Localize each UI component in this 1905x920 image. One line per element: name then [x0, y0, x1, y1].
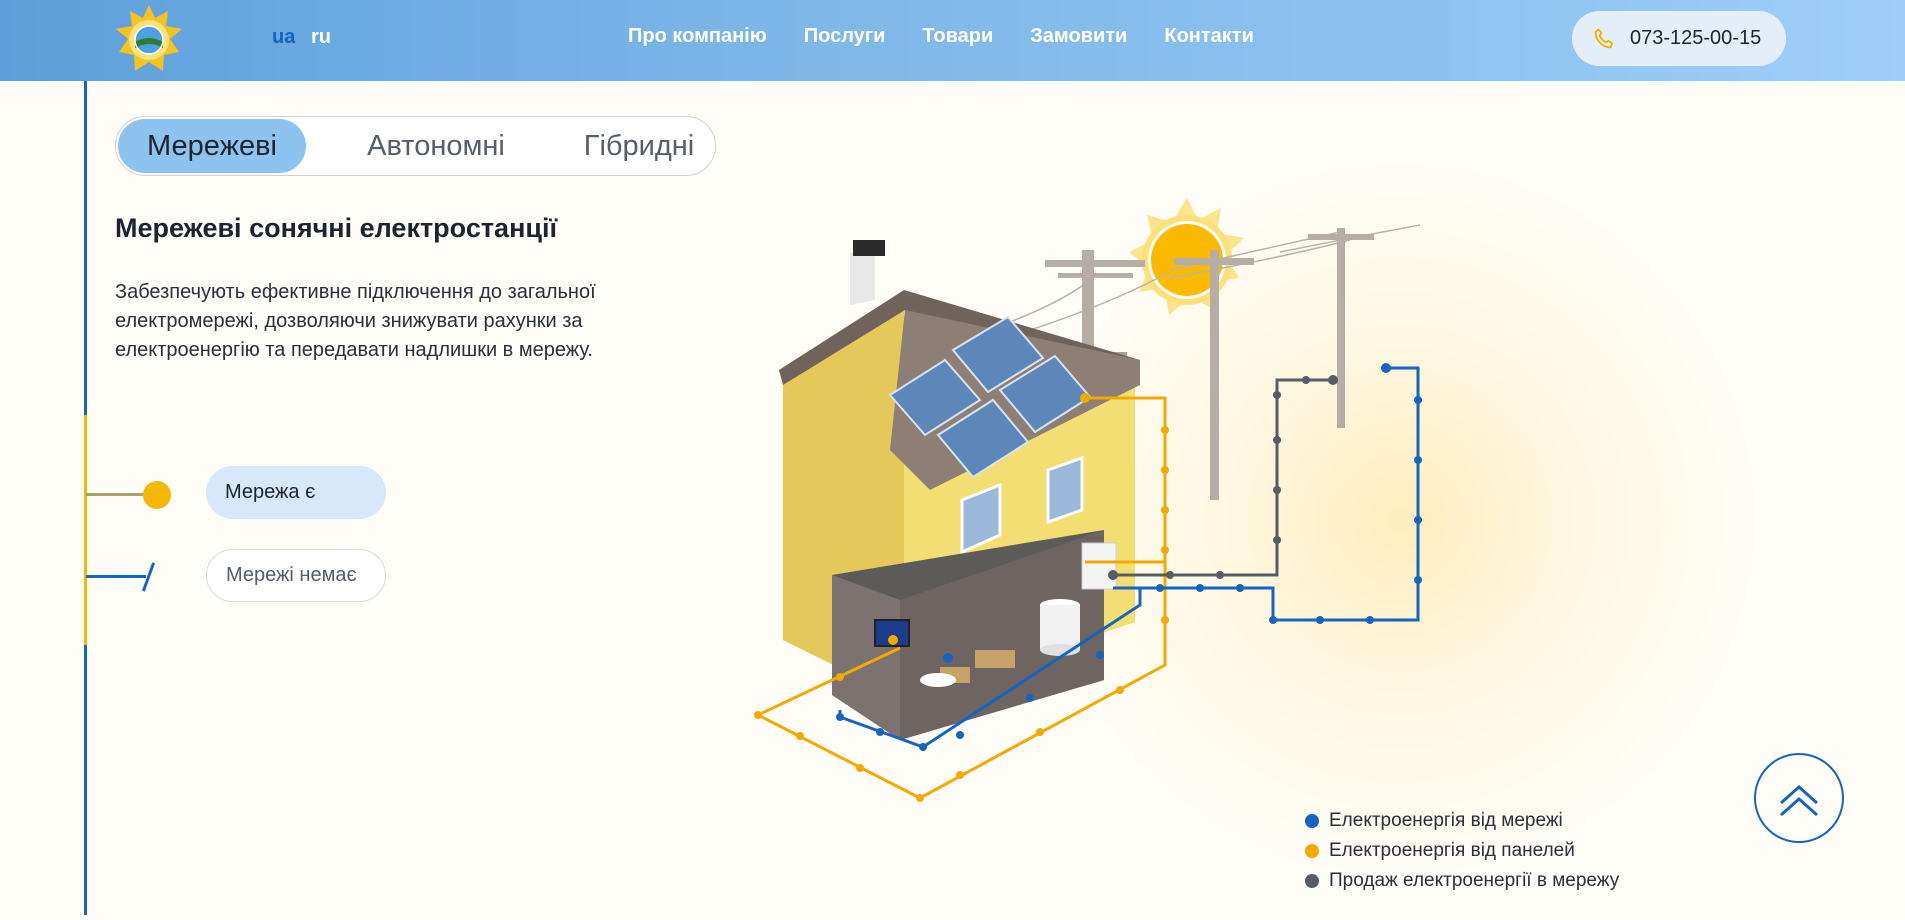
nav-contacts[interactable]: Контакти [1164, 25, 1254, 48]
option-connector-no-grid [86, 575, 146, 578]
wire-sale [1113, 378, 1333, 577]
scroll-to-top-button[interactable] [1754, 753, 1844, 843]
lang-ua-link[interactable]: ua [272, 26, 295, 49]
option-marker-grid [143, 481, 171, 509]
chevron-up-double-icon [1780, 784, 1818, 817]
solar-station-illustration [754, 198, 1422, 802]
timeline-line-active [84, 415, 87, 645]
option-grid-unavailable[interactable]: Мережі немає [206, 549, 386, 602]
site-header: ua ru Про компанію Послуги Товари Замови… [0, 0, 1905, 81]
legend-label-sale: Продаж електроенергії в мережу [1329, 870, 1620, 891]
nav-products[interactable]: Товари [922, 25, 993, 48]
phone-button[interactable]: 073-125-00-15 [1572, 11, 1786, 66]
phone-icon [1594, 28, 1614, 48]
legend-dot-grid [1305, 814, 1319, 828]
sun-logo-icon[interactable] [113, 4, 185, 76]
station-type-tabs: Мережеві Автономні Гібридні [115, 116, 716, 176]
option-connector-grid [86, 493, 146, 496]
tab-hybrid[interactable]: Гібридні [544, 117, 734, 175]
phone-number: 073-125-00-15 [1630, 27, 1762, 49]
legend-dot-sale [1305, 874, 1319, 888]
nav-order[interactable]: Замовити [1030, 25, 1127, 48]
section-description: Забезпечують ефективне підключення до за… [115, 281, 596, 361]
nav-about[interactable]: Про компанію [628, 25, 767, 48]
legend-dot-panels [1305, 844, 1319, 858]
legend-label-grid: Електроенергія від мережі [1329, 810, 1563, 831]
tab-autonomous[interactable]: Автономні [341, 117, 531, 175]
option-grid-available[interactable]: Мережа є [206, 466, 386, 519]
power-pole-3 [1308, 228, 1374, 428]
legend-label-panels: Електроенергія від панелей [1329, 840, 1575, 861]
sun-icon [1129, 198, 1244, 315]
legend-item-grid: Електроенергія від мережі [1305, 806, 1619, 836]
legend-item-sale: Продаж електроенергії в мережу [1305, 866, 1619, 896]
main-nav: Про компанію Послуги Товари Замовити Кон… [628, 25, 1291, 48]
tab-grid[interactable]: Мережеві [118, 119, 306, 173]
nav-services[interactable]: Послуги [804, 25, 886, 48]
wire-nodes-gray [1108, 375, 1338, 580]
section-title: Мережеві сонячні електростанції [115, 213, 558, 243]
energy-legend: Електроенергія від мережі Електроенергія… [1305, 806, 1619, 896]
lang-ru-link[interactable]: ru [311, 26, 331, 49]
legend-item-panels: Електроенергія від панелей [1305, 836, 1619, 866]
